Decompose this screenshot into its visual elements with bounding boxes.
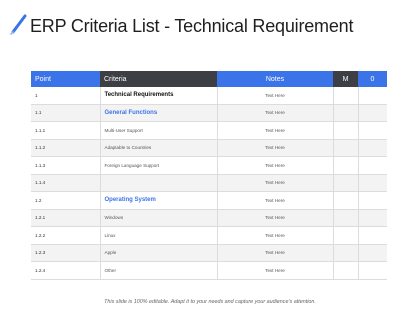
cell-o (357, 209, 387, 227)
table-row: 1.2.2 Linux Text Here (31, 226, 387, 245)
table-row: 1.1.3 Foreign Language Support Text Here (31, 156, 387, 175)
cell-m (332, 104, 358, 122)
table-row: 1.1.4 Text Here (31, 174, 387, 192)
cell-m (332, 139, 358, 157)
cell-criteria: Linux (99, 226, 217, 245)
cell-notes: Text Here (216, 209, 333, 227)
page-title: ERP Criteria List - Technical Requiremen… (30, 16, 354, 36)
cell-criteria: General Functions (99, 104, 217, 122)
cell-notes: Text Here (216, 121, 333, 140)
cell-o (357, 191, 387, 210)
table-row: 1 Technical Requirements Text Here (31, 87, 387, 105)
cell-criteria: Operating System (99, 191, 217, 210)
cell-notes: Text Here (216, 226, 333, 245)
cell-o (357, 244, 387, 262)
criteria-table: Point Criteria Notes M 0 1 Technical Requ… (31, 71, 387, 280)
table-row: 1.2.3 Apple Text Here (31, 244, 387, 262)
cell-criteria: Technical Requirements (99, 87, 217, 105)
cell-o (357, 226, 387, 245)
cell-criteria: Foreign Language Support (99, 156, 217, 175)
header-criteria: Criteria (100, 71, 217, 87)
table-row: 1.2.1 Windows Text Here (31, 209, 387, 227)
cell-point: 1 (31, 87, 100, 105)
cell-m (332, 226, 358, 245)
cell-m (332, 209, 358, 227)
table-row: 1.1 General Functions Text Here (31, 104, 387, 122)
cell-o (357, 174, 387, 192)
cell-o (357, 261, 387, 280)
cell-criteria: Apple (99, 244, 217, 262)
cell-point: 1.2 (31, 191, 100, 210)
cell-m (332, 87, 358, 105)
cell-criteria: Adaptable to Countries (99, 139, 217, 157)
table-row: 1.1.2 Adaptable to Countries Text Here (31, 139, 387, 157)
cell-m (332, 191, 358, 210)
table-row: 1.2.4 Other Text Here (31, 261, 387, 280)
header-o: 0 (358, 71, 387, 87)
cell-o (357, 87, 387, 105)
cell-o (357, 156, 387, 175)
header-notes: Notes (217, 71, 333, 87)
cell-point: 1.2.3 (31, 244, 100, 262)
cell-point: 1.1.3 (31, 156, 100, 175)
cell-notes: Text Here (216, 244, 333, 262)
cell-notes: Text Here (216, 139, 333, 157)
cell-criteria (99, 174, 217, 192)
cell-point: 1.2.2 (31, 226, 100, 245)
cell-notes: Text Here (216, 174, 333, 192)
table-header-row: Point Criteria Notes M 0 (31, 71, 387, 87)
cell-notes: Text Here (216, 104, 333, 122)
cell-notes: Text Here (216, 191, 333, 210)
cell-point: 1.1.2 (31, 139, 100, 157)
cell-point: 1.2.4 (31, 261, 100, 280)
cell-criteria: Multi-User Support (99, 121, 217, 140)
cell-o (357, 121, 387, 140)
pen-icon (10, 14, 27, 35)
cell-o (357, 104, 387, 122)
cell-notes: Text Here (216, 261, 333, 280)
header-m: M (333, 71, 358, 87)
cell-m (332, 174, 358, 192)
cell-o (357, 139, 387, 157)
cell-m (332, 244, 358, 262)
footer-note: This slide is 100% editable. Adapt it to… (104, 299, 316, 305)
header-point: Point (31, 71, 100, 87)
cell-m (332, 261, 358, 280)
cell-notes: Text Here (216, 156, 333, 175)
cell-m (332, 156, 358, 175)
cell-point: 1.2.1 (31, 209, 100, 227)
table-row: 1.2 Operating System Text Here (31, 191, 387, 210)
cell-m (332, 121, 358, 140)
cell-point: 1.1 (31, 104, 100, 122)
cell-criteria: Other (99, 261, 217, 280)
cell-criteria: Windows (99, 209, 217, 227)
cell-notes: Text Here (216, 87, 333, 105)
cell-point: 1.1.1 (31, 121, 100, 140)
cell-point: 1.1.4 (31, 174, 100, 192)
table-row: 1.1.1 Multi-User Support Text Here (31, 121, 387, 140)
